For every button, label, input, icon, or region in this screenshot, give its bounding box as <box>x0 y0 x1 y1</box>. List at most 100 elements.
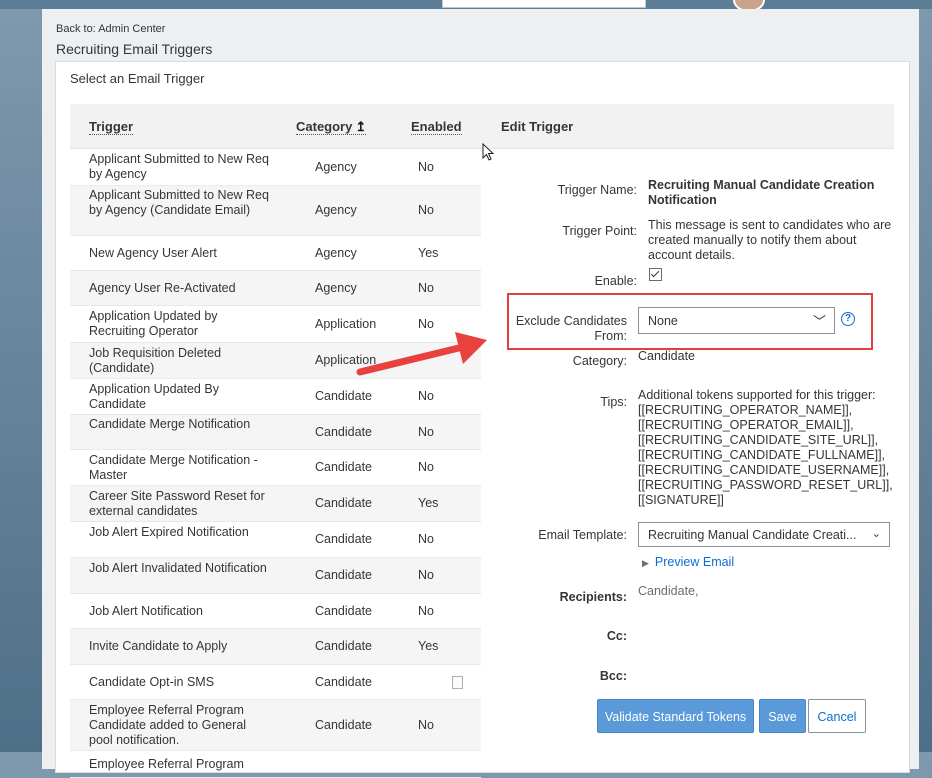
trigger-name-cell: Job Alert Expired Notification <box>89 525 249 539</box>
global-search-input[interactable] <box>442 0 646 8</box>
category-cell: Candidate <box>315 718 372 732</box>
trigger-name-cell: Job Alert Invalidated Notification <box>89 561 267 575</box>
enabled-cell: Yes <box>418 496 439 510</box>
back-to-admin-center-link[interactable]: Back to: Admin Center <box>56 23 165 35</box>
trigger-name-cell: Candidate Merge Notification - Master <box>89 453 258 482</box>
table-row[interactable]: New Agency User Alert Agency Yes <box>70 236 481 271</box>
tips-label: Tips: <box>600 395 627 409</box>
tips-line: [[RECRUITING_CANDIDATE_FULLNAME]], <box>638 448 886 462</box>
trigger-point-value: This message is sent to candidates who a… <box>648 218 892 262</box>
tips-line: [[RECRUITING_CANDIDATE_SITE_URL]], <box>638 433 879 447</box>
tips-line: Additional tokens supported for this tri… <box>638 388 876 402</box>
trigger-name-cell: Job Alert Notification <box>89 604 203 618</box>
trigger-table-body: Applicant Submitted to New Req by Agency… <box>70 149 481 778</box>
exclude-candidates-label: Exclude Candidates From: <box>515 314 627 343</box>
enabled-cell: No <box>418 460 434 474</box>
enabled-cell: No <box>418 568 434 582</box>
edit-trigger-heading: Edit Trigger <box>501 119 574 134</box>
document-icon <box>452 676 463 689</box>
preview-email-label: Preview Email <box>654 555 735 569</box>
enable-checkbox[interactable] <box>649 268 662 281</box>
table-row[interactable]: Candidate Opt-in SMS Candidate <box>70 665 481 700</box>
enable-label: Enable: <box>594 274 637 288</box>
trigger-name-cell: Employee Referral Program Candidate adde… <box>89 703 247 747</box>
trigger-name-cell: Application Updated By Candidate <box>89 382 219 411</box>
edit-trigger-header: Edit Trigger <box>481 104 894 149</box>
trigger-name-label: Trigger Name: <box>557 183 637 197</box>
email-template-select[interactable]: Recruiting Manual Candidate Creati... ⌄ <box>638 522 890 547</box>
top-shell-bar <box>0 0 932 12</box>
category-value: Candidate <box>638 349 695 363</box>
table-row[interactable]: Candidate Merge Notification - Master Can… <box>70 450 481 486</box>
category-cell: Candidate <box>315 675 372 689</box>
table-row[interactable]: Employee Referral Program Candidate adde… <box>70 700 481 751</box>
trigger-table: Trigger Category ↥ Enabled Applicant Subm… <box>70 104 481 778</box>
validate-standard-tokens-button[interactable]: Validate Standard Tokens <box>597 699 754 733</box>
table-row[interactable]: Applicant Submitted to New Req by Agency… <box>70 186 481 236</box>
enabled-cell: No <box>418 718 434 732</box>
table-row[interactable]: Employee Referral Program <box>70 751 481 778</box>
table-row[interactable]: Applicant Submitted to New Req by Agency… <box>70 149 481 186</box>
recipients-label: Recipients: <box>559 590 627 604</box>
column-header-category[interactable]: Category ↥ <box>296 119 367 135</box>
table-row[interactable]: Candidate Merge Notification Candidate No <box>70 415 481 450</box>
mouse-cursor-icon <box>482 143 495 161</box>
email-template-value: Recruiting Manual Candidate Creati... <box>648 528 857 542</box>
table-row[interactable]: Job Alert Invalidated Notification Candid… <box>70 558 481 594</box>
table-row[interactable]: Invite Candidate to Apply Candidate Yes <box>70 629 481 665</box>
category-label: Category: <box>572 354 627 368</box>
help-icon[interactable]: ? <box>841 312 855 326</box>
category-cell: Candidate <box>315 532 372 546</box>
table-row[interactable]: Application Updated By Candidate Candidat… <box>70 379 481 415</box>
cancel-button[interactable]: Cancel <box>808 699 866 733</box>
category-cell: Candidate <box>315 460 372 474</box>
category-cell: Candidate <box>315 425 372 439</box>
trigger-name-cell: Agency User Re-Activated <box>89 281 236 295</box>
trigger-name-cell: New Agency User Alert <box>89 246 217 260</box>
category-cell: Candidate <box>315 604 372 618</box>
chevron-down-icon: ⌄ <box>871 528 881 540</box>
email-template-label: Email Template: <box>538 528 627 542</box>
tips-line: [[RECRUITING_PASSWORD_RESET_URL]], <box>638 478 893 492</box>
table-row[interactable]: Agency User Re-Activated Agency No <box>70 271 481 306</box>
trigger-name-cell: Applicant Submitted to New Req by Agency <box>89 152 269 181</box>
chevron-down-icon: ﹀ <box>812 314 826 329</box>
category-cell: Candidate <box>315 389 372 403</box>
category-cell: Application <box>315 317 377 331</box>
enabled-cell: No <box>418 203 434 217</box>
trigger-name-cell: Applicant Submitted to New Req by Agency… <box>89 188 269 217</box>
table-row[interactable]: Career Site Password Reset for external … <box>70 486 481 522</box>
column-header-enabled[interactable]: Enabled <box>411 119 462 135</box>
trigger-name-cell: Application Updated by Recruiting Operat… <box>89 309 218 338</box>
red-arrow-annotation-icon <box>356 332 487 376</box>
recipients-value: Candidate, <box>638 584 699 598</box>
trigger-name-cell: Invite Candidate to Apply <box>89 639 228 653</box>
panel-heading: Select an Email Trigger <box>70 71 205 86</box>
trigger-name-cell: Career Site Password Reset for external … <box>89 489 265 518</box>
trigger-point-label: Trigger Point: <box>562 224 637 238</box>
preview-email-link[interactable]: ▶ Preview Email <box>642 555 734 569</box>
trigger-name-cell: Candidate Opt-in SMS <box>89 675 215 689</box>
category-cell: Agency <box>315 160 357 174</box>
tips-line: [[RECRUITING_OPERATOR_EMAIL]], <box>638 418 854 432</box>
enabled-cell: No <box>418 317 434 331</box>
trigger-name-cell: Job Requisition Deleted (Candidate) <box>89 346 222 375</box>
save-button[interactable]: Save <box>759 699 806 733</box>
table-row[interactable]: Job Alert Expired Notification Candidate N… <box>70 522 481 558</box>
cc-label: Cc: <box>606 629 627 643</box>
enabled-cell: Yes <box>418 639 439 653</box>
category-cell: Candidate <box>315 496 372 510</box>
expand-triangle-icon: ▶ <box>642 558 649 568</box>
enabled-cell: No <box>418 425 434 439</box>
trigger-name-cell: Candidate Merge Notification <box>89 417 251 431</box>
enabled-cell: No <box>418 532 434 546</box>
exclude-candidates-select[interactable]: None ﹀ <box>638 307 835 334</box>
trigger-name-value: Recruiting Manual Candidate Creation Not… <box>648 178 875 207</box>
column-header-trigger[interactable]: Trigger <box>89 119 134 135</box>
bcc-label: Bcc: <box>599 669 627 683</box>
column-header-category-label: Category <box>296 119 353 134</box>
category-cell: Agency <box>315 281 357 295</box>
tips-line: [[SIGNATURE]] <box>638 493 724 507</box>
table-row[interactable]: Job Alert Notification Candidate No <box>70 594 481 629</box>
category-cell: Agency <box>315 203 357 217</box>
